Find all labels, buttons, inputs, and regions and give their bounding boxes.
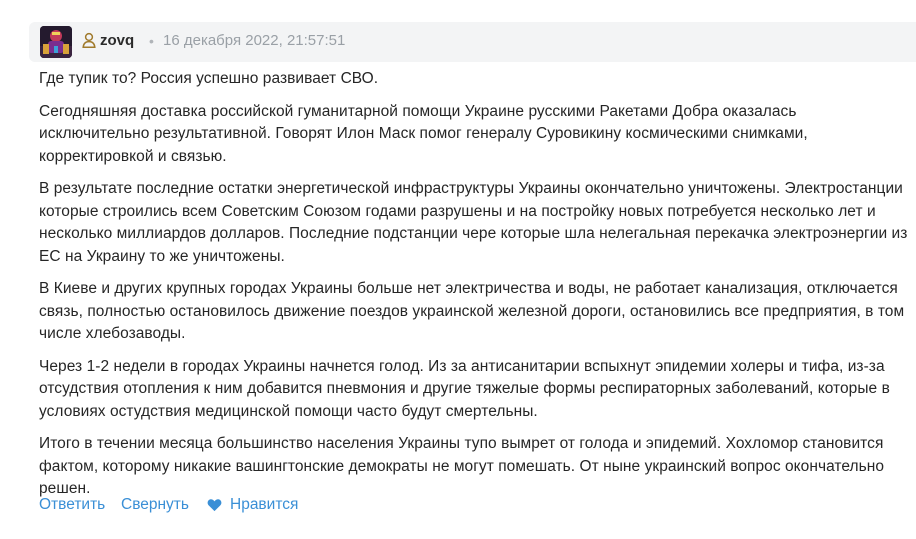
comment-paragraph: Итого в течении месяца большинство насел… <box>39 435 885 497</box>
collapse-button[interactable]: Свернуть <box>121 494 189 516</box>
comment-timestamp[interactable]: 16 декабря 2022, 21:57:51 <box>163 31 345 51</box>
comment: zovq • 16 декабря 2022, 21:57:51 Где туп… <box>0 0 916 539</box>
comment-paragraph: Через 1-2 недели в городах Украины начне… <box>39 357 890 420</box>
user-icon <box>82 32 96 48</box>
comment-paragraph: В результате последние остатки энергетич… <box>39 180 908 265</box>
comment-header: zovq • 16 декабря 2022, 21:57:51 <box>29 22 916 62</box>
comment-paragraph: Где тупик то? Россия успешно развивает С… <box>39 70 379 87</box>
author-name[interactable]: zovq <box>100 31 134 51</box>
like-button[interactable]: Нравится <box>230 494 298 516</box>
reply-button[interactable]: Ответить <box>39 494 105 516</box>
comment-paragraph: В Киеве и других крупных городах Украины… <box>39 280 905 342</box>
avatar[interactable] <box>40 26 72 58</box>
heart-icon[interactable] <box>207 498 222 512</box>
comment-body: Где тупик то? Россия успешно развивает С… <box>39 68 909 511</box>
meta-separator: • <box>149 33 154 49</box>
comment-paragraph: Сегодняшняя доставка российской гуманита… <box>39 102 808 165</box>
